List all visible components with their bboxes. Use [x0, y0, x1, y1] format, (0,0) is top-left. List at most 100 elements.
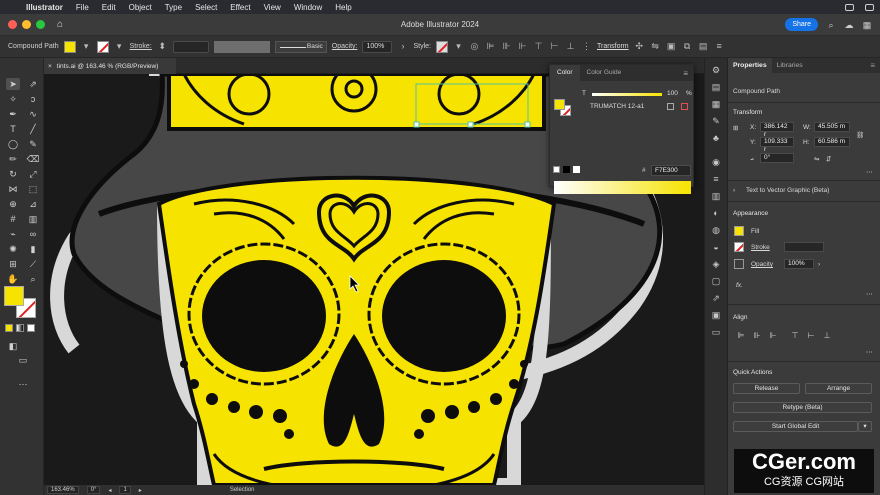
- symbol-sprayer-tool-icon[interactable]: ✺: [6, 243, 20, 255]
- align-top-icon[interactable]: ⊤: [533, 41, 544, 52]
- eraser-tool-icon[interactable]: ⌫: [26, 153, 40, 165]
- stroke-swatch[interactable]: [96, 40, 109, 53]
- gradient-panel-icon[interactable]: ▥: [710, 191, 722, 201]
- align-right-icon[interactable]: ⊩: [517, 41, 528, 52]
- chevron-down-icon[interactable]: ▾: [81, 41, 92, 52]
- align-bottom-icon[interactable]: ⊥: [822, 331, 832, 341]
- brush-definition-dropdown[interactable]: Basic: [274, 40, 327, 53]
- ellipse-tool-icon[interactable]: ◯: [6, 138, 20, 150]
- zoom-window-icon[interactable]: [36, 20, 45, 29]
- fx-icon[interactable]: fx.: [736, 282, 743, 289]
- scale-tool-icon[interactable]: ⤢: [26, 168, 40, 180]
- cloud-icon[interactable]: ☁: [844, 20, 854, 30]
- magic-wand-tool-icon[interactable]: ✧: [6, 93, 20, 105]
- chevron-down-icon[interactable]: ▾: [114, 41, 125, 52]
- fill-swatch[interactable]: [63, 40, 76, 53]
- control-center-icon[interactable]: [865, 3, 874, 11]
- menu-object[interactable]: Object: [129, 3, 152, 12]
- menu-window[interactable]: Window: [294, 3, 322, 12]
- slice-tool-icon[interactable]: ⟋: [26, 258, 40, 270]
- tab-properties[interactable]: Properties: [728, 58, 772, 73]
- libraries-panel-icon[interactable]: ▤: [710, 82, 722, 92]
- x-field[interactable]: 386.142 r: [760, 122, 794, 138]
- text-to-vector-link[interactable]: Text to Vector Graphic (Beta): [746, 187, 829, 194]
- appearance-panel-icon[interactable]: ◍: [710, 225, 722, 235]
- rotate-view-field[interactable]: 0°: [86, 486, 101, 494]
- perspective-grid-tool-icon[interactable]: ⊿: [26, 198, 40, 210]
- gradient-button[interactable]: [16, 324, 24, 332]
- graph-tool-icon[interactable]: ▮: [26, 243, 40, 255]
- stepper-icon[interactable]: ⬍: [157, 41, 168, 52]
- color-panel-icon[interactable]: ◉: [710, 157, 722, 167]
- chevron-right-icon[interactable]: ›: [397, 41, 408, 52]
- chevron-right-icon[interactable]: ›: [733, 187, 735, 194]
- edit-toolbar-icon[interactable]: ⋯: [16, 378, 30, 390]
- chevron-down-icon[interactable]: ▾: [858, 421, 872, 432]
- links-panel-icon[interactable]: ⇗: [710, 293, 722, 303]
- start-global-edit-button[interactable]: Start Global Edit: [733, 421, 858, 432]
- graphic-styles-panel-icon[interactable]: ◒: [710, 242, 722, 252]
- draw-mode-icon[interactable]: ◧: [6, 340, 20, 352]
- panel-menu-icon[interactable]: ≡: [714, 41, 725, 52]
- close-window-icon[interactable]: [8, 20, 17, 29]
- artboard-number-field[interactable]: 1: [119, 486, 131, 494]
- align-left-icon[interactable]: ⊫: [485, 41, 496, 52]
- h-field[interactable]: 60.586 m: [814, 137, 850, 147]
- fill-chip[interactable]: [554, 99, 565, 110]
- color-ramp[interactable]: [554, 181, 691, 194]
- flip-icon[interactable]: ⇋: [650, 41, 661, 52]
- release-button[interactable]: Release: [733, 383, 800, 394]
- opacity-field[interactable]: 100%: [362, 40, 393, 53]
- tab-color-guide[interactable]: Color Guide: [580, 65, 629, 81]
- line-tool-icon[interactable]: ╱: [26, 123, 40, 135]
- fill-stroke-control[interactable]: [4, 286, 38, 320]
- appearance-fill-swatch[interactable]: [734, 226, 744, 236]
- transform-link[interactable]: Transform: [597, 43, 629, 50]
- tab-color[interactable]: Color: [550, 65, 580, 81]
- gradient-tool-icon[interactable]: ▥: [26, 213, 40, 225]
- hand-tool-icon[interactable]: ✋: [6, 273, 20, 285]
- free-transform-tool-icon[interactable]: ⬚: [26, 183, 40, 195]
- tint-value[interactable]: 100: [667, 90, 678, 97]
- opacity-field[interactable]: 100%: [784, 259, 814, 269]
- constrain-proportions-icon[interactable]: ⛓: [856, 131, 864, 139]
- type-tool-icon[interactable]: T: [6, 123, 20, 135]
- tint-slider[interactable]: [592, 93, 662, 96]
- retype-button[interactable]: Retype (Beta): [733, 402, 872, 413]
- w-field[interactable]: 45.505 m: [814, 122, 850, 132]
- shape-builder-tool-icon[interactable]: ⊕: [6, 198, 20, 210]
- arrange-button[interactable]: Arrange: [805, 383, 872, 394]
- menu-effect[interactable]: Effect: [230, 3, 250, 12]
- panel-menu-icon[interactable]: ≡: [683, 69, 693, 78]
- align-middle-icon[interactable]: ⊢: [549, 41, 560, 52]
- swatches-panel-icon[interactable]: ▦: [710, 99, 722, 109]
- menu-view[interactable]: View: [264, 3, 281, 12]
- curvature-tool-icon[interactable]: ∿: [26, 108, 40, 120]
- prev-artboard-icon[interactable]: ◂: [108, 487, 111, 494]
- search-icon[interactable]: ⌕: [826, 20, 836, 30]
- menu-edit[interactable]: Edit: [102, 3, 116, 12]
- apple-icon[interactable]: [6, 2, 16, 12]
- zoom-level-field[interactable]: 163.46%: [47, 486, 79, 494]
- reference-point-icon[interactable]: ⊞: [733, 124, 738, 132]
- artboard-tool-icon[interactable]: ⊞: [6, 258, 20, 270]
- align-bottom-icon[interactable]: ⊥: [565, 41, 576, 52]
- color-button[interactable]: [5, 324, 13, 332]
- appearance-stroke-swatch[interactable]: [734, 242, 744, 252]
- stroke-weight-field[interactable]: [172, 40, 209, 53]
- transform-icon[interactable]: ✣: [634, 41, 645, 52]
- asset-export-panel-icon[interactable]: ▣: [710, 310, 722, 320]
- tab-libraries[interactable]: Libraries: [772, 58, 808, 73]
- white-color-chip[interactable]: [573, 166, 580, 173]
- brushes-panel-icon[interactable]: ✎: [710, 116, 722, 126]
- symbols-panel-icon[interactable]: ♣: [710, 133, 722, 143]
- rotate-tool-icon[interactable]: ↻: [6, 168, 20, 180]
- layers-panel-icon[interactable]: ◈: [710, 259, 722, 269]
- variable-width-profile[interactable]: [213, 40, 270, 53]
- recolor-artwork-icon[interactable]: ◎: [469, 41, 480, 52]
- align-top-icon[interactable]: ⊤: [790, 331, 800, 341]
- pencil-tool-icon[interactable]: ✏: [6, 153, 20, 165]
- document-tab[interactable]: × tints.ai @ 163.46 % (RGB/Preview): [44, 58, 176, 74]
- isolate-icon[interactable]: ▣: [666, 41, 677, 52]
- more-options-icon[interactable]: ⋯: [866, 290, 873, 298]
